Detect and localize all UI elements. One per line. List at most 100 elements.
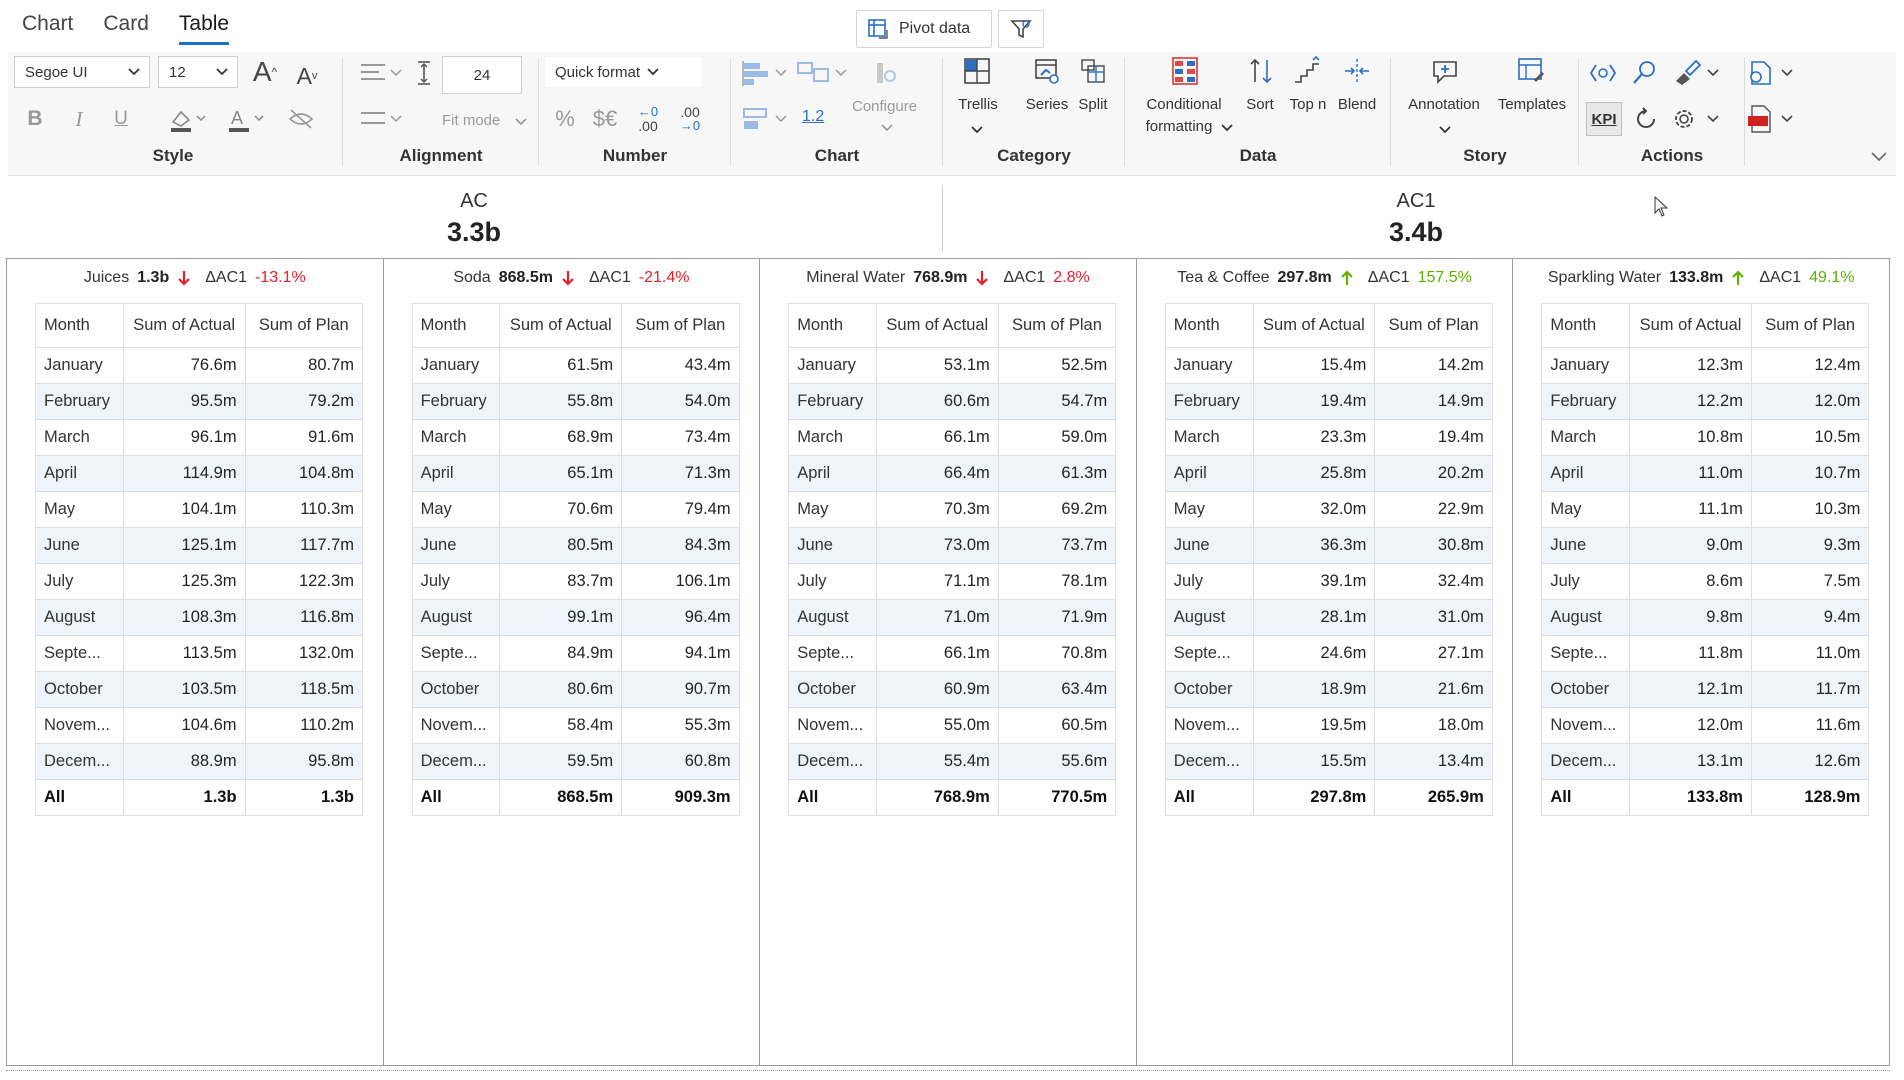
filter-button[interactable]	[998, 10, 1044, 48]
table-row[interactable]: Septe... 24.6m 27.1m	[1164, 635, 1493, 672]
table-row[interactable]: May 11.1m 10.3m	[1541, 491, 1870, 528]
table-row[interactable]: August 108.3m 116.8m	[35, 599, 364, 636]
table-row[interactable]: April 11.0m 10.7m	[1541, 455, 1870, 492]
conditional-formatting-icon[interactable]	[1168, 56, 1202, 86]
split-label[interactable]: Split	[1072, 96, 1114, 113]
series-label[interactable]: Series	[1024, 96, 1070, 113]
tab-chart[interactable]: Chart	[22, 12, 73, 45]
table-row[interactable]: March 68.9m 73.4m	[411, 419, 740, 456]
stack-layout-icon[interactable]	[740, 102, 790, 136]
table-row[interactable]: July 83.7m 106.1m	[411, 563, 740, 600]
trellis-label[interactable]: Trellis	[954, 96, 1002, 113]
table-row[interactable]: August 71.0m 71.9m	[788, 599, 1117, 636]
column-header-month[interactable]: Month	[35, 303, 124, 348]
font-color-icon[interactable]: A	[222, 102, 268, 136]
pivot-data-button[interactable]: Pivot data	[856, 10, 992, 48]
table-row[interactable]: April 25.8m 20.2m	[1164, 455, 1493, 492]
table-row[interactable]: January 61.5m 43.4m	[411, 347, 740, 384]
font-name-select[interactable]: Segoe UI	[14, 56, 150, 88]
table-row[interactable]: May 104.1m 110.3m	[35, 491, 364, 528]
table-row[interactable]: January 12.3m 12.4m	[1541, 347, 1870, 384]
table-row[interactable]: October 80.6m 90.7m	[411, 671, 740, 708]
table-row[interactable]: March 96.1m 91.6m	[35, 419, 364, 456]
search-icon[interactable]	[1628, 58, 1662, 88]
configure-label[interactable]: Configure	[852, 98, 917, 115]
annotation-icon[interactable]	[1428, 56, 1462, 86]
column-header-plan[interactable]: Sum of Plan	[1750, 303, 1870, 348]
code-icon[interactable]	[1586, 58, 1620, 88]
table-row[interactable]: March 23.3m 19.4m	[1164, 419, 1493, 456]
split-icon[interactable]	[1076, 56, 1110, 86]
table-row[interactable]: May 70.6m 79.4m	[411, 491, 740, 528]
top-n-icon[interactable]	[1290, 56, 1324, 86]
blend-icon[interactable]	[1340, 56, 1374, 86]
pdf-export-icon[interactable]	[1744, 104, 1800, 134]
table-row[interactable]: October 12.1m 11.7m	[1541, 671, 1870, 708]
quick-format-select[interactable]: Quick format	[544, 56, 702, 88]
conditional-formatting-label-1[interactable]: Conditional	[1134, 96, 1234, 113]
table-row[interactable]: Decem... 13.1m 12.6m	[1541, 743, 1870, 780]
italic-icon[interactable]: I	[66, 104, 92, 134]
column-header-plan[interactable]: Sum of Plan	[1374, 303, 1493, 348]
table-row[interactable]: August 28.1m 31.0m	[1164, 599, 1493, 636]
table-row[interactable]: August 99.1m 96.4m	[411, 599, 740, 636]
table-row[interactable]: August 9.8m 9.4m	[1541, 599, 1870, 636]
increase-decimals-icon[interactable]: .00 →0	[672, 102, 708, 136]
table-row[interactable]: May 32.0m 22.9m	[1164, 491, 1493, 528]
table-row[interactable]: Novem... 58.4m 55.3m	[411, 707, 740, 744]
conditional-formatting-label-2[interactable]: formatting	[1134, 118, 1224, 135]
column-header-month[interactable]: Month	[411, 303, 501, 348]
table-row[interactable]: February 19.4m 14.9m	[1164, 383, 1493, 420]
table-row[interactable]: February 12.2m 12.0m	[1541, 383, 1870, 420]
vertical-align-icon[interactable]	[356, 102, 406, 136]
table-total-row[interactable]: All 1.3b 1.3b	[35, 779, 364, 816]
column-header-plan[interactable]: Sum of Plan	[244, 303, 364, 348]
table-row[interactable]: July 39.1m 32.4m	[1164, 563, 1493, 600]
table-total-row[interactable]: All 133.8m 128.9m	[1541, 779, 1870, 816]
table-row[interactable]: October 18.9m 21.6m	[1164, 671, 1493, 708]
table-row[interactable]: October 60.9m 63.4m	[788, 671, 1117, 708]
kpi-toggle[interactable]: KPI	[1586, 102, 1622, 136]
table-row[interactable]: Septe... 113.5m 132.0m	[35, 635, 364, 672]
table-row[interactable]: October 103.5m 118.5m	[35, 671, 364, 708]
table-row[interactable]: Novem... 19.5m 18.0m	[1164, 707, 1493, 744]
column-header-month[interactable]: Month	[1164, 303, 1254, 348]
chart-layout-icon[interactable]	[794, 56, 850, 90]
export-settings-icon[interactable]	[1744, 58, 1800, 88]
currency-icon[interactable]: $€	[586, 102, 624, 136]
tab-card[interactable]: Card	[103, 12, 149, 45]
table-row[interactable]: April 66.4m 61.3m	[788, 455, 1117, 492]
table-row[interactable]: June 80.5m 84.3m	[411, 527, 740, 564]
table-row[interactable]: Decem... 15.5m 13.4m	[1164, 743, 1493, 780]
percent-icon[interactable]: %	[550, 102, 580, 136]
table-row[interactable]: March 66.1m 59.0m	[788, 419, 1117, 456]
table-row[interactable]: February 60.6m 54.7m	[788, 383, 1117, 420]
table-row[interactable]: January 76.6m 80.7m	[35, 347, 364, 384]
decrease-decimals-icon[interactable]: ←0.00	[630, 102, 666, 136]
table-row[interactable]: July 8.6m 7.5m	[1541, 563, 1870, 600]
table-row[interactable]: July 125.3m 122.3m	[35, 563, 364, 600]
trellis-icon[interactable]	[960, 56, 994, 86]
column-header-month[interactable]: Month	[788, 303, 877, 348]
table-row[interactable]: Novem... 55.0m 60.5m	[788, 707, 1117, 744]
table-row[interactable]: Septe... 84.9m 94.1m	[411, 635, 740, 672]
table-row[interactable]: February 95.5m 79.2m	[35, 383, 364, 420]
annotation-label[interactable]: Annotation	[1394, 96, 1494, 113]
column-header-plan[interactable]: Sum of Plan	[621, 303, 740, 348]
table-row[interactable]: April 65.1m 71.3m	[411, 455, 740, 492]
table-total-row[interactable]: All 297.8m 265.9m	[1164, 779, 1493, 816]
table-row[interactable]: Novem... 12.0m 11.6m	[1541, 707, 1870, 744]
table-row[interactable]: January 15.4m 14.2m	[1164, 347, 1493, 384]
column-header-month[interactable]: Month	[1541, 303, 1631, 348]
blend-label[interactable]: Blend	[1334, 96, 1380, 113]
table-total-row[interactable]: All 768.9m 770.5m	[788, 779, 1117, 816]
refresh-icon[interactable]	[1630, 104, 1662, 134]
table-row[interactable]: April 114.9m 104.8m	[35, 455, 364, 492]
tab-table[interactable]: Table	[178, 12, 230, 45]
table-row[interactable]: March 10.8m 10.5m	[1541, 419, 1870, 456]
collapse-ribbon-icon[interactable]	[1870, 150, 1888, 162]
scale-ratio-label[interactable]: 1.2	[802, 108, 824, 126]
table-row[interactable]: January 53.1m 52.5m	[788, 347, 1117, 384]
templates-label[interactable]: Templates	[1490, 96, 1574, 113]
settings-gear-icon[interactable]	[1670, 104, 1726, 134]
